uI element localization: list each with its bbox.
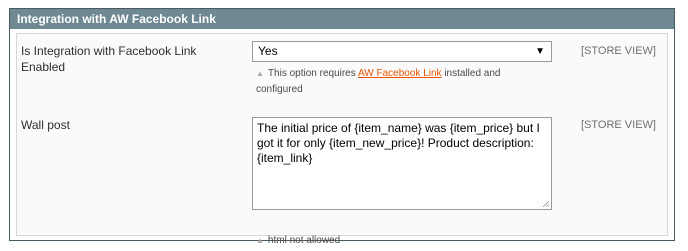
- triangle-up-icon: ▲: [256, 69, 264, 78]
- chevron-down-icon: ▼: [535, 46, 545, 57]
- wall-post-note: ▲ html not allowed: [256, 233, 340, 249]
- wall-post-scope-label: [STORE VIEW]: [581, 119, 656, 131]
- triangle-up-icon: ▲: [256, 236, 264, 245]
- wall-post-text: The initial price of {item_name} was {it…: [257, 121, 540, 165]
- wall-post-label: Wall post: [21, 118, 70, 132]
- integration-enabled-select[interactable]: Yes ▼: [252, 41, 552, 62]
- wall-post-textarea[interactable]: The initial price of {item_name} was {it…: [252, 117, 552, 210]
- resize-grip-icon[interactable]: [543, 201, 549, 207]
- section-header[interactable]: Integration with AW Facebook Link: [10, 9, 674, 29]
- integration-scope-label: [STORE VIEW]: [581, 45, 656, 57]
- aw-facebook-link[interactable]: AW Facebook Link: [358, 68, 442, 79]
- wall-post-note-text: html not allowed: [267, 235, 341, 246]
- note-prefix: This option requires: [267, 68, 358, 79]
- integration-enabled-label: Is Integration with Facebook Link Enable…: [21, 44, 197, 74]
- select-value: Yes: [258, 44, 278, 58]
- integration-note: ▲ This option requires AW Facebook Link i…: [256, 66, 546, 98]
